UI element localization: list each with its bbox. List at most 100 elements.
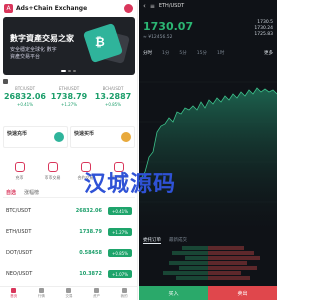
order-book-row [143, 276, 273, 281]
user-icon [121, 288, 127, 293]
banner-dot[interactable] [68, 70, 71, 72]
nav-trade[interactable]: 交易 [55, 287, 83, 300]
ticker-price: 26832.06 [3, 92, 46, 101]
ticker-item[interactable]: BCH/USDT 13.2887 +0.85% [91, 86, 135, 112]
profile-icon[interactable] [124, 3, 133, 13]
ask-depth-bar [208, 276, 251, 280]
exchange-icon [47, 162, 58, 172]
market-price: 1738.79 [79, 229, 102, 235]
market-price: 10.3872 [79, 271, 102, 277]
tab-trades[interactable]: 最新成交 [169, 237, 187, 243]
nav-label: 首页 [10, 294, 18, 298]
quick-deposit-card[interactable]: 快速充币 [3, 126, 68, 148]
bid-depth-bar [172, 251, 208, 255]
back-arrow-icon[interactable]: ‹ [143, 2, 146, 10]
menu-icon[interactable]: ≡ [150, 3, 155, 10]
market-price: 26832.06 [75, 208, 102, 214]
bitcoin-icon: ₿ [95, 35, 105, 49]
speaker-icon [3, 78, 8, 84]
market-row[interactable]: DOT/USDT 0.58458 +0.85% [3, 242, 135, 264]
nav-profile[interactable]: 我的 [110, 287, 137, 300]
market-change-badge: +1.07% [108, 270, 132, 278]
depth-tabs: 委托订单 最新成交 [143, 236, 273, 244]
market-pair: BTC/USDT [6, 208, 32, 214]
market-pair: NEO/USDT [6, 271, 33, 277]
home-icon [11, 288, 17, 293]
market-change-badge: +1.27% [108, 228, 132, 236]
nav-label: 行情 [37, 294, 45, 298]
ticker-strip: BTC/USDT 26832.06 +0.41% ETH/USDT 1738.7… [3, 86, 135, 112]
banner-pager [61, 70, 76, 72]
nav-market[interactable]: 行情 [28, 287, 56, 300]
ticker-name: BCH/USDT [102, 86, 124, 91]
menu-item-deposit[interactable]: 充币 [3, 162, 36, 186]
chart-pair-title: ETH/USDT [158, 3, 185, 9]
market-row[interactable]: ETH/USDT 1738.79 +1.27% [3, 221, 135, 243]
period-tab[interactable]: 分时 [143, 50, 152, 56]
app-header: A Ads+Chain Exchange [0, 0, 137, 16]
price-fiat: ≈ ¥12456.52 [143, 35, 173, 40]
menu-item-label: 币币交易 [44, 175, 61, 180]
quick-actions: 快速充币 快速买币 [3, 126, 135, 148]
bid-depth-bar [169, 261, 208, 265]
promo-banner[interactable]: 數字資產交易之家 安全穩定全球化 數字資產交易平台 ₿ [3, 17, 135, 75]
ticker-change: +0.41% [16, 102, 34, 107]
ask-depth-bar [208, 251, 254, 255]
watermark-text: 汉城源码 [84, 172, 177, 197]
tab-orders[interactable]: 委托订单 [143, 237, 161, 244]
ask-depth-bar [208, 256, 260, 260]
stat-volume: 1725.83 [254, 32, 273, 37]
sell-button[interactable]: 卖出 [208, 286, 277, 300]
ask-depth-bar [208, 246, 244, 250]
order-book [143, 246, 273, 284]
ask-depth-bar [208, 271, 241, 275]
market-row[interactable]: NEO/USDT 10.3872 +1.07% [3, 263, 135, 285]
banner-subtext: 安全穩定全球化 數字資產交易平台 [10, 47, 57, 60]
more-periods-button[interactable]: 更多 [264, 50, 273, 56]
trade-icon [66, 288, 72, 293]
bid-depth-bar [178, 266, 208, 270]
nav-label: 资产 [93, 294, 101, 298]
period-tab[interactable]: 1时 [217, 50, 224, 56]
ticker-name: BTC/USDT [14, 86, 36, 91]
buy-coin-icon [121, 132, 131, 142]
nav-home[interactable]: 首页 [0, 287, 28, 300]
ticker-item[interactable]: BTC/USDT 26832.06 +0.41% [3, 86, 47, 112]
banner-dot[interactable] [73, 70, 76, 72]
bid-depth-bar [175, 276, 208, 280]
banner-dot-active[interactable] [61, 70, 66, 72]
price-stats: 1730.5 1730.24 1725.83 [254, 20, 273, 38]
market-pair: DOT/USDT [6, 250, 33, 256]
price-area [139, 88, 277, 230]
quick-buy-card[interactable]: 快速买币 [70, 126, 135, 148]
deposit-icon [54, 132, 64, 142]
market-change-badge: +0.41% [108, 207, 132, 215]
trade-actions: 买入 卖出 [139, 286, 277, 300]
ask-depth-bar [208, 261, 247, 265]
tab-favorites[interactable]: 自选 [6, 189, 16, 196]
announcement-bar[interactable] [3, 77, 135, 85]
market-row[interactable]: BTC/USDT 26832.06 +0.41% [3, 200, 135, 222]
nav-assets[interactable]: 资产 [83, 287, 111, 300]
period-tabs: 分时 1分 5分 15分 1时 更多 [143, 48, 273, 57]
menu-item-label: 充币 [15, 175, 24, 180]
tab-gainers[interactable]: 涨幅榜 [24, 189, 39, 196]
price-area-chart[interactable] [139, 62, 277, 230]
app-logo: A [4, 3, 13, 13]
menu-item-spot[interactable]: 币币交易 [36, 162, 69, 186]
period-tab[interactable]: 1分 [162, 50, 169, 56]
ask-depth-bar [208, 266, 257, 270]
app-title: Ads+Chain Exchange [16, 4, 88, 12]
current-price: 1730.07 [143, 20, 194, 33]
banner-headline: 數字資產交易之家 [10, 34, 74, 43]
ticker-price: 1738.79 [50, 92, 88, 101]
ticker-name: ETH/USDT [58, 86, 80, 91]
ticker-item[interactable]: ETH/USDT 1738.79 +1.27% [47, 86, 91, 112]
market-pair: ETH/USDT [6, 229, 32, 235]
buy-button[interactable]: 买入 [139, 286, 208, 300]
period-tab[interactable]: 15分 [197, 50, 207, 56]
period-tab[interactable]: 5分 [179, 50, 186, 56]
ticker-price: 13.2887 [94, 92, 132, 101]
market-price: 0.58458 [79, 250, 102, 256]
wallet-icon [94, 288, 100, 293]
